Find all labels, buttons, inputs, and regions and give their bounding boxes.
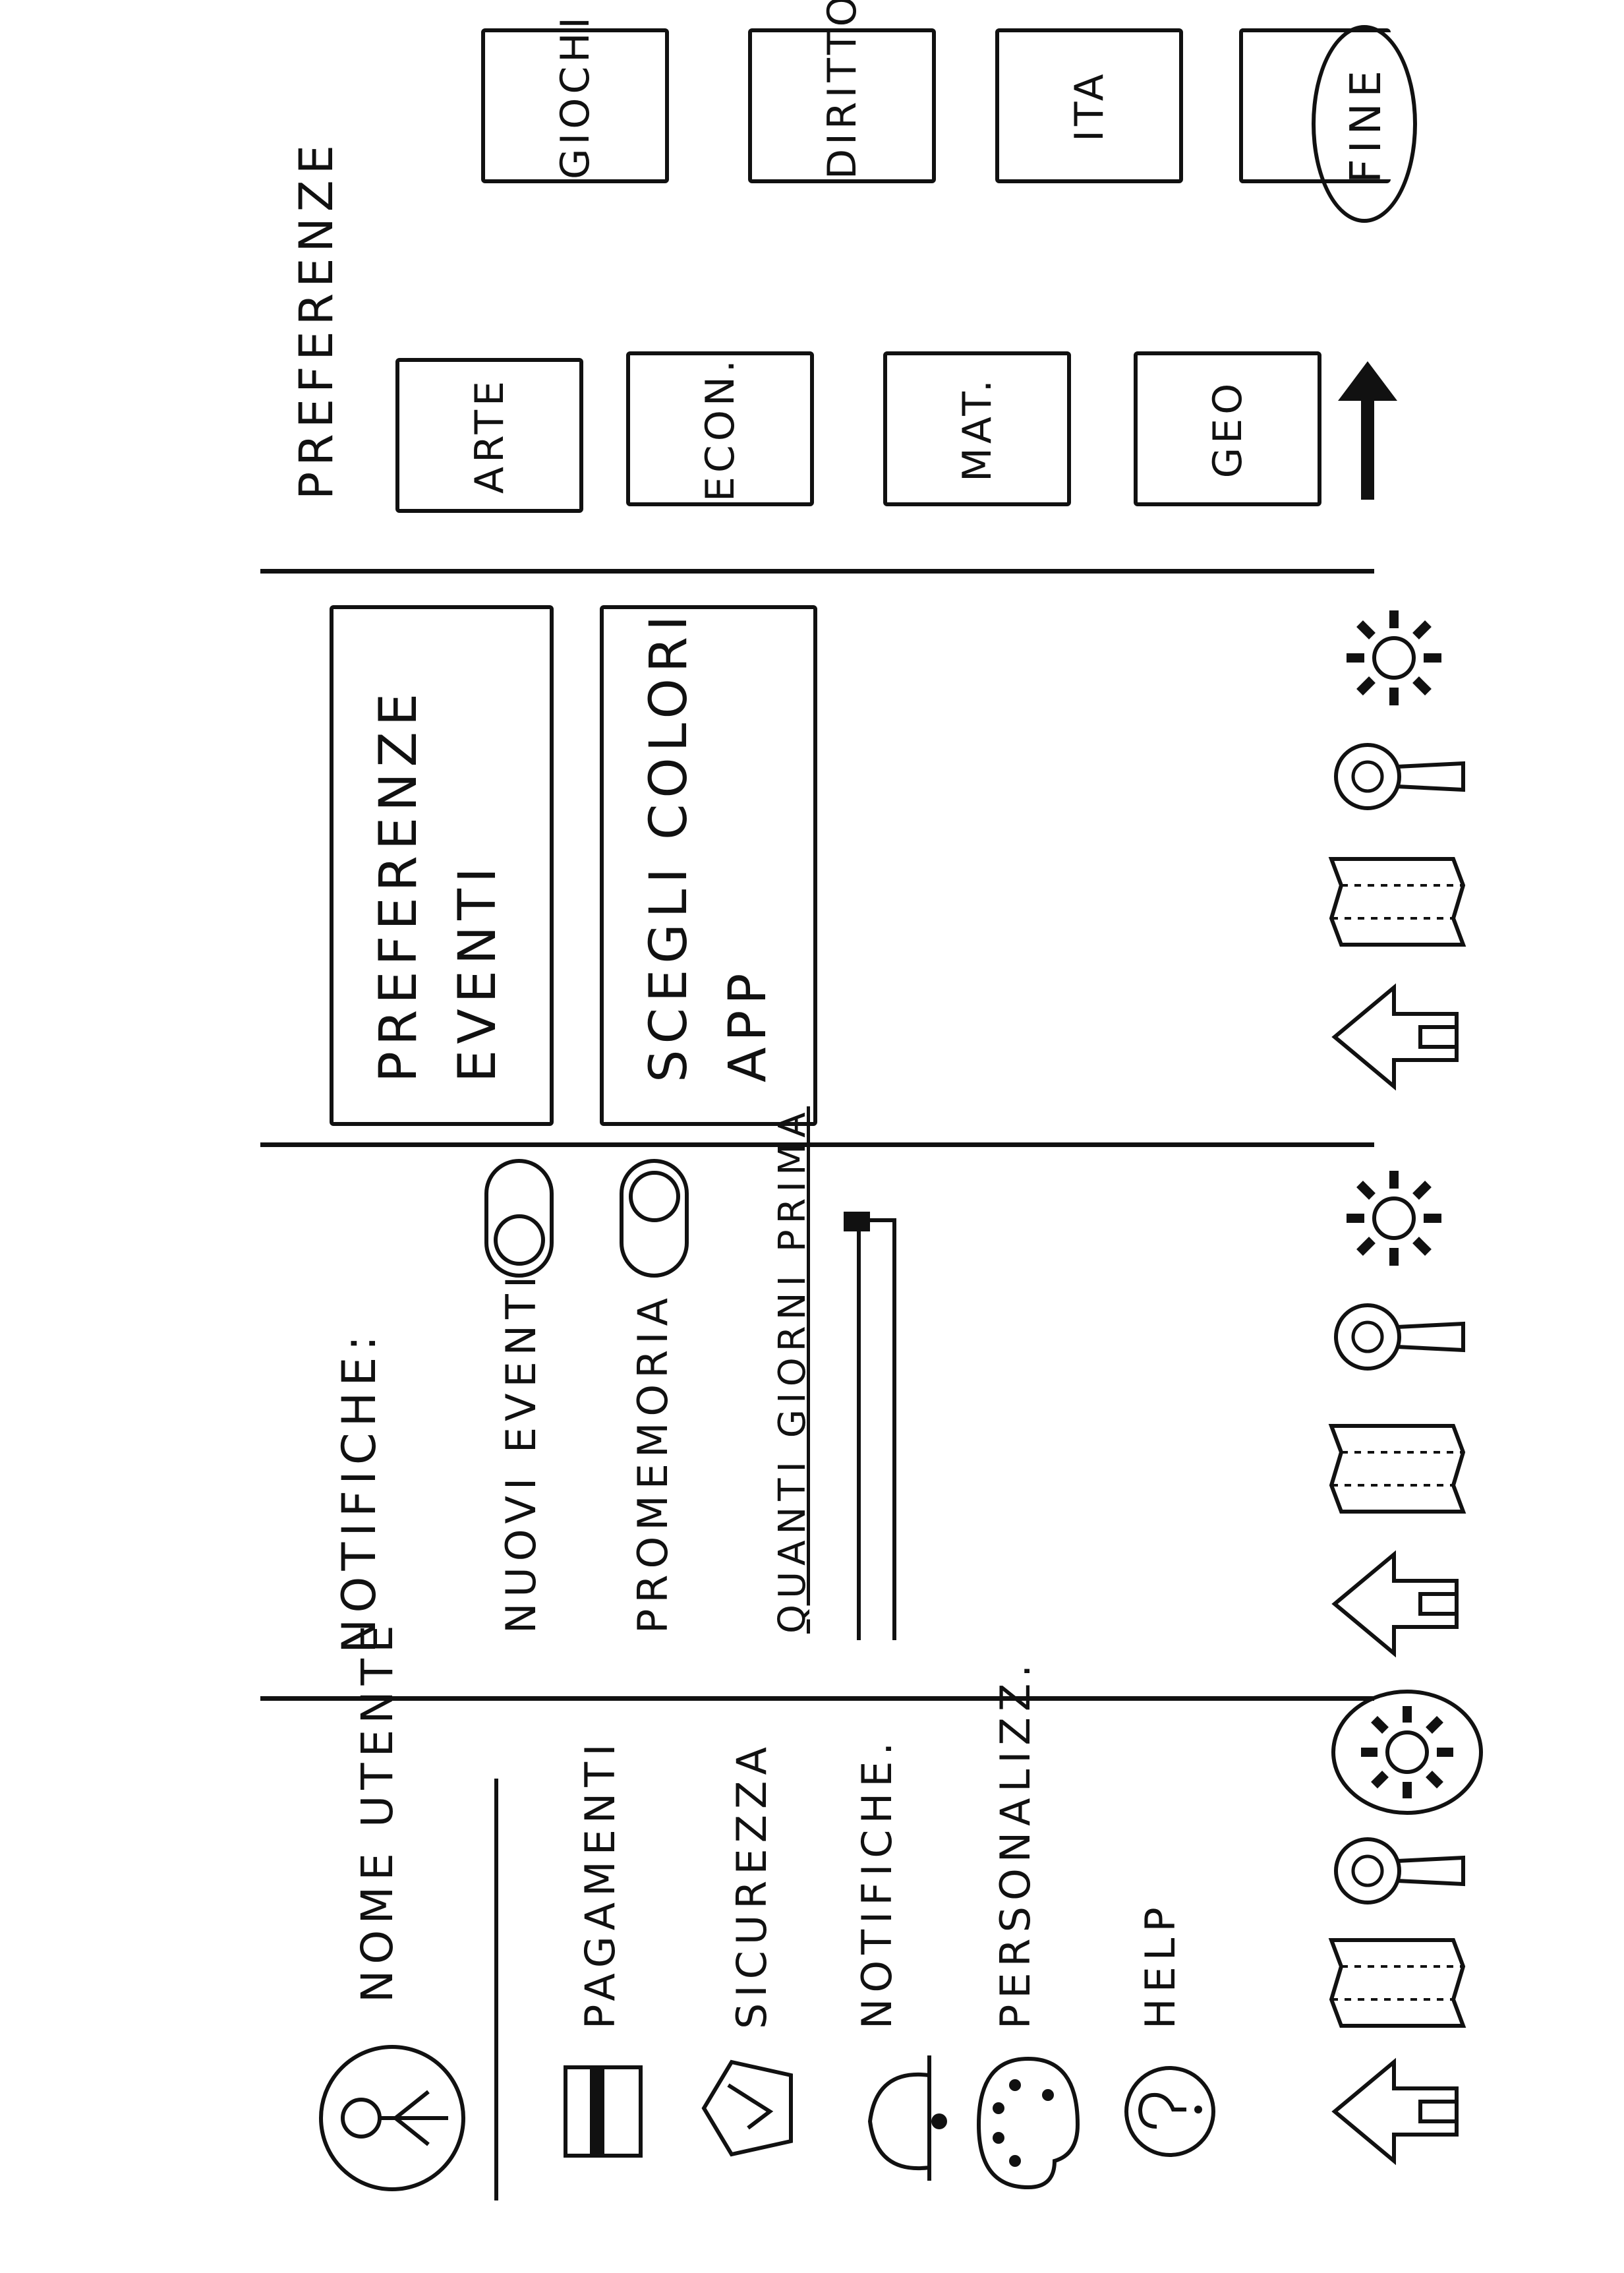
toggle-knob xyxy=(629,1171,680,1222)
sketch-stage: NOME UTENTE PAGAMENTI SICUREZZA NOTIFICH… xyxy=(0,0,1624,2273)
bell-icon xyxy=(867,2055,947,2181)
fine-button[interactable]: FINE xyxy=(1312,25,1417,223)
fine-button-label: FINE xyxy=(1342,65,1391,183)
button-line-1: PREFERENZE xyxy=(369,687,428,1082)
search-icon[interactable] xyxy=(1328,1284,1473,1390)
button-line-2: APP xyxy=(718,967,778,1082)
days-before-slider[interactable] xyxy=(857,1218,896,1640)
toggle-knob xyxy=(494,1214,545,1266)
category-tile-geo[interactable]: GEO xyxy=(1134,351,1321,506)
credit-card-icon xyxy=(564,2065,643,2158)
personalize-screen: PREFERENZE EVENTI SCEGLI COLORI APP xyxy=(0,572,1624,1146)
profile-menu-screen: NOME UTENTE PAGAMENTI SICUREZZA NOTIFICH… xyxy=(0,1619,1624,2273)
menu-item-sicurezza[interactable]: SICUREZZA xyxy=(728,1741,776,2029)
palette-icon xyxy=(976,2056,1080,2190)
bottom-nav xyxy=(1328,1146,1499,1699)
button-line-1: SCEGLI COLORI xyxy=(639,609,699,1082)
user-name-underline xyxy=(494,1779,498,2200)
settings-icon[interactable] xyxy=(1328,599,1460,717)
settings-icon[interactable] xyxy=(1328,1686,1486,1818)
days-before-label: QUANTI GIORNI PRIMA xyxy=(771,1106,814,1634)
preferences-screen: PREFERENZE GIOCHI ARTE DIRITTO ECON. ITA… xyxy=(0,0,1624,572)
category-label: MAT. xyxy=(954,376,1000,482)
menu-item-help[interactable]: HELP xyxy=(1136,1901,1184,2029)
search-icon[interactable] xyxy=(1328,724,1473,829)
preferences-title: PREFERENZE xyxy=(289,139,343,500)
map-icon[interactable] xyxy=(1328,1416,1466,1521)
settings-icon[interactable] xyxy=(1328,1159,1460,1278)
category-label: GEO xyxy=(1204,379,1251,479)
category-tile-econ[interactable]: ECON. xyxy=(626,351,814,506)
help-icon xyxy=(1124,2066,1215,2157)
menu-item-pagamenti[interactable]: PAGAMENTI xyxy=(576,1738,624,2029)
bottom-nav xyxy=(1328,572,1499,1146)
toggle-nuovi-eventi[interactable] xyxy=(484,1159,554,1278)
category-tile-giochi[interactable]: GIOCHI xyxy=(481,13,669,183)
notifications-screen: NOTIFICHE: NUOVI EVENTI PROMEMORIA QUANT… xyxy=(0,1106,1624,1699)
menu-item-notifiche[interactable]: NOTIFICHE. xyxy=(853,1736,901,2029)
category-tile-mat[interactable]: MAT. xyxy=(883,351,1071,506)
category-tile-diritto[interactable]: DIRITTO xyxy=(748,0,936,183)
category-tile-arte[interactable]: ARTE xyxy=(395,358,583,513)
toggle-label-nuovi-eventi: NUOVI EVENTI xyxy=(497,1270,545,1634)
bottom-nav xyxy=(1328,1690,1499,2273)
menu-item-personalizz[interactable]: PERSONALIZZ. xyxy=(991,1659,1039,2029)
category-label: ECON. xyxy=(697,356,743,502)
notifications-title: NOTIFICHE: xyxy=(332,1329,386,1653)
category-label: DIRITTO xyxy=(819,0,865,179)
category-label: GIOCHI xyxy=(552,13,598,179)
home-icon[interactable] xyxy=(1328,2055,1466,2168)
map-icon[interactable] xyxy=(1328,1930,1466,2036)
preferenze-eventi-button[interactable]: PREFERENZE EVENTI xyxy=(330,605,554,1126)
category-tile-ita[interactable]: ITA xyxy=(995,28,1183,183)
map-icon[interactable] xyxy=(1328,849,1466,955)
home-icon[interactable] xyxy=(1328,1548,1466,1660)
category-label: ITA xyxy=(1066,70,1113,142)
user-avatar-icon[interactable] xyxy=(310,2039,475,2197)
toggle-promemoria[interactable] xyxy=(620,1159,689,1278)
search-icon[interactable] xyxy=(1328,1818,1473,1924)
days-before-slider-handle[interactable] xyxy=(844,1212,870,1231)
scegli-colori-button[interactable]: SCEGLI COLORI APP xyxy=(600,605,817,1126)
shield-check-icon xyxy=(701,2059,793,2157)
category-label: ARTE xyxy=(466,377,513,494)
toggle-label-promemoria: PROMEMORIA xyxy=(629,1291,677,1634)
button-line-2: EVENTI xyxy=(448,862,508,1082)
scroll-down-arrow-icon[interactable] xyxy=(1325,355,1410,506)
home-icon[interactable] xyxy=(1328,981,1466,1093)
